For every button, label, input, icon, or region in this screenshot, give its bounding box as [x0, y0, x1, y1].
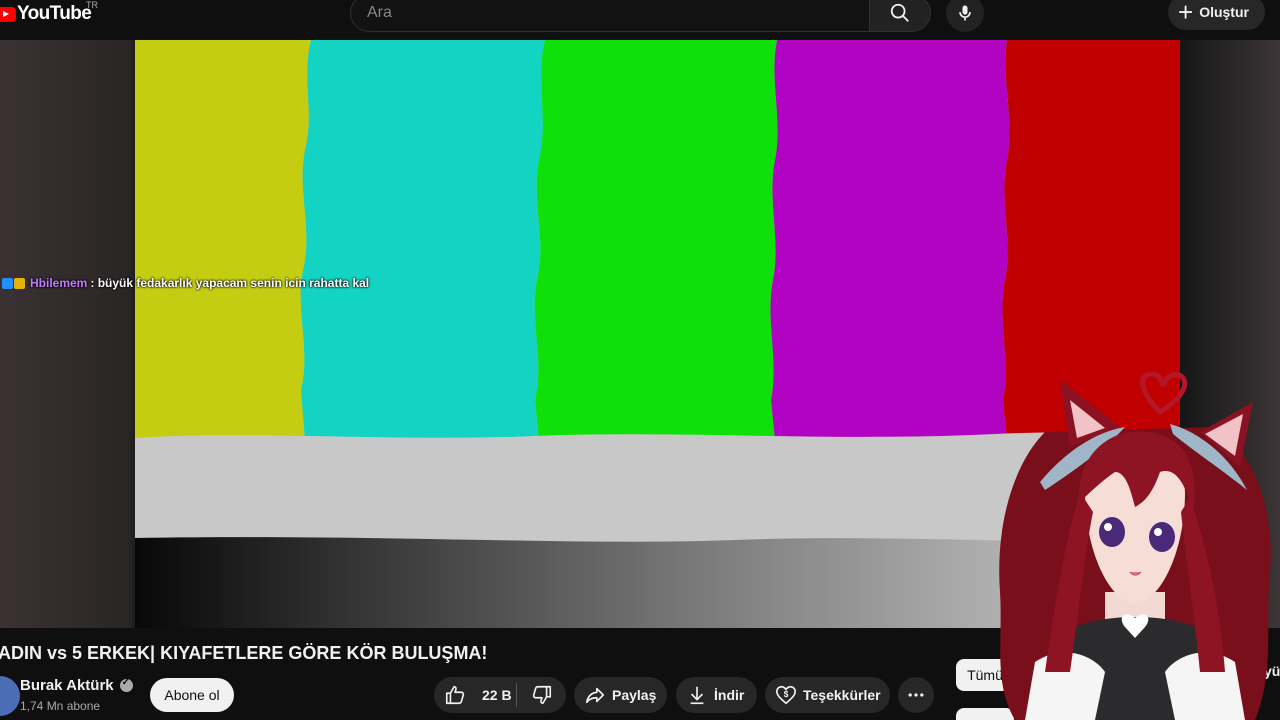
chat-badge-icon	[2, 277, 13, 289]
masthead: YouTube TR + Oluştur	[0, 0, 1280, 40]
search-icon	[890, 3, 909, 22]
logo-country-code: TR	[86, 0, 98, 10]
color-bar-magenta	[770, 40, 1010, 440]
chat-overlay-message: Hbilemem : büyük fedakarlık yapacam seni…	[2, 276, 369, 290]
share-label: Paylaş	[612, 687, 657, 703]
search-button[interactable]	[869, 0, 931, 32]
more-actions-button[interactable]	[898, 677, 934, 713]
subscriber-badge-icon	[14, 277, 25, 289]
thumbs-down-icon	[532, 685, 551, 705]
verified-check-icon	[119, 677, 133, 692]
thanks-label: Teşekkürler	[803, 687, 881, 703]
color-bar-yellow	[135, 40, 311, 440]
voice-search-button[interactable]	[946, 0, 984, 32]
logo-text: YouTube	[17, 3, 92, 24]
mic-icon	[959, 5, 971, 21]
video-title: ADIN vs 5 ERKEK| KIYAFETLERE GÖRE KÖR BU…	[0, 643, 488, 663]
color-bar-cyan	[300, 40, 545, 440]
like-button[interactable]: 22 B	[434, 677, 516, 713]
svg-text:$: $	[784, 690, 789, 699]
create-button[interactable]: + Oluştur	[1168, 0, 1265, 30]
youtube-play-icon	[0, 6, 16, 22]
color-bar-green	[534, 40, 778, 440]
channel-name-row[interactable]: Burak Aktürk	[20, 677, 133, 694]
youtube-watch-page: YouTube TR + Oluştur	[0, 0, 1280, 720]
dislike-button[interactable]	[517, 677, 566, 713]
download-button[interactable]: İndir	[676, 677, 757, 713]
download-icon	[690, 686, 704, 705]
download-label: İndir	[714, 687, 745, 703]
like-dislike-group: 22 B	[434, 677, 566, 713]
more-horiz-icon	[908, 693, 924, 697]
channel-name[interactable]: Burak Aktürk	[20, 677, 114, 694]
vtuber-avatar-overlay	[985, 372, 1280, 720]
youtube-logo[interactable]: YouTube TR	[0, 0, 98, 26]
thumbs-up-icon	[445, 685, 465, 705]
chat-username: Hbilemem	[30, 276, 88, 290]
share-icon	[585, 687, 605, 704]
chat-message-text: : büyük fedakarlık yapacam senin icin ra…	[90, 276, 370, 290]
like-count: 22 B	[482, 687, 512, 703]
search-box	[350, 0, 870, 32]
subscriber-count: 1,74 Mn abone	[20, 699, 101, 713]
thanks-button[interactable]: $ Teşekkürler	[765, 677, 890, 713]
share-button[interactable]: Paylaş	[574, 677, 667, 713]
create-label: Oluştur	[1199, 4, 1249, 20]
plus-icon: +	[1178, 0, 1194, 27]
channel-avatar[interactable]	[0, 676, 20, 716]
search-input[interactable]	[351, 0, 870, 31]
heart-dollar-icon: $	[776, 685, 796, 705]
subscribe-button[interactable]: Abone ol	[150, 678, 234, 712]
